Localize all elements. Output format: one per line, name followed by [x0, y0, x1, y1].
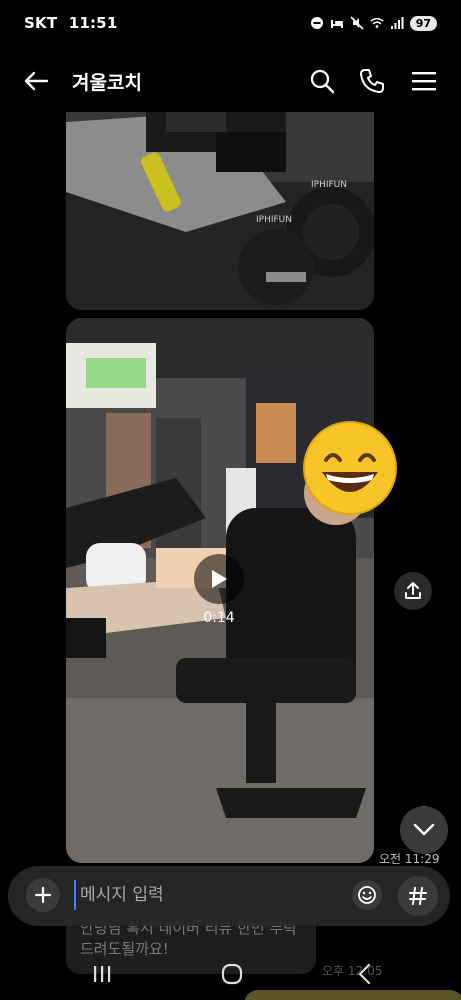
recent-apps-icon — [94, 966, 111, 982]
chevron-down-icon — [413, 823, 435, 836]
mute-icon — [350, 16, 364, 30]
minus-circle-icon — [310, 16, 324, 30]
home-icon — [221, 963, 243, 985]
plus-icon — [34, 886, 52, 904]
message-input-bar — [8, 866, 450, 926]
message-input[interactable] — [74, 880, 334, 910]
home-button[interactable] — [212, 960, 252, 988]
menu-button[interactable] — [408, 66, 440, 96]
svg-text:IPHIFUN: IPHIFUN — [311, 180, 347, 190]
back-button[interactable] — [20, 66, 52, 96]
share-button[interactable] — [394, 572, 432, 610]
search-button[interactable] — [306, 66, 338, 96]
back-arrow-icon — [24, 71, 49, 91]
call-button[interactable] — [356, 66, 388, 96]
bed-icon — [330, 16, 344, 30]
gym-photo-image: IPHIFUN IPHIFUN — [66, 112, 374, 310]
svg-text:IPHIFUN: IPHIFUN — [256, 215, 292, 225]
system-nav-bar — [0, 950, 461, 1000]
carrier-label: SKT — [24, 14, 58, 32]
status-icons: 97 — [310, 15, 437, 31]
play-icon — [212, 570, 227, 588]
scroll-to-bottom-button[interactable] — [400, 806, 448, 854]
back-icon — [358, 963, 371, 985]
attach-button[interactable] — [26, 878, 60, 912]
recent-apps-button[interactable] — [82, 960, 122, 988]
status-bar: SKT 11:51 97 — [0, 0, 461, 46]
signal-icon — [390, 16, 404, 30]
battery-icon: 97 — [409, 15, 437, 31]
hashtag-button[interactable] — [398, 876, 438, 916]
clock-label: 11:51 — [68, 14, 118, 32]
phone-icon — [360, 69, 384, 93]
grinning-face-icon — [303, 421, 397, 515]
menu-icon — [412, 72, 436, 91]
search-icon — [310, 69, 335, 94]
status-left: SKT 11:51 — [24, 14, 123, 32]
play-button[interactable] — [194, 554, 244, 604]
wifi-icon — [370, 16, 384, 30]
video-message[interactable]: 0:14 — [66, 318, 374, 863]
back-nav-button[interactable] — [344, 960, 384, 988]
smiley-icon — [358, 886, 376, 904]
video-timestamp: 오전 11:29 — [379, 852, 440, 866]
video-duration: 0:14 — [203, 610, 235, 626]
hashtag-icon — [409, 887, 427, 905]
emoji-button[interactable] — [352, 880, 382, 910]
gym-photo[interactable]: IPHIFUN IPHIFUN — [66, 112, 374, 310]
chat-title: 겨울코치 — [72, 72, 142, 94]
share-icon — [405, 582, 421, 599]
chat-header: 겨울코치 — [0, 56, 461, 106]
